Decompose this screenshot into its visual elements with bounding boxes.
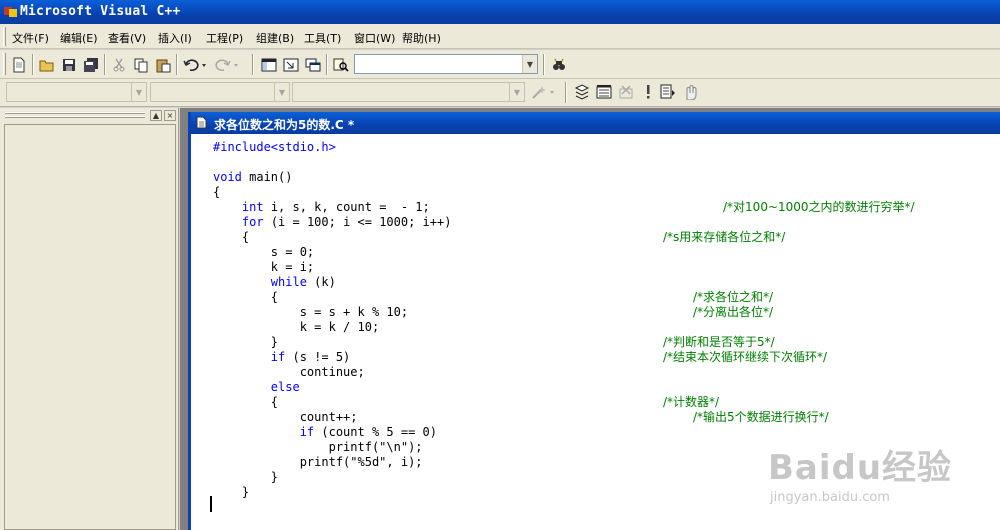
menu-grip xyxy=(3,27,6,46)
toolbar-separator xyxy=(543,54,545,75)
menu-view[interactable]: 查看(V) xyxy=(108,30,146,46)
toolbar-separator xyxy=(32,54,34,75)
close-icon[interactable]: × xyxy=(164,110,176,121)
chevron-down-icon[interactable]: ▼ xyxy=(131,83,146,101)
workspace-panel[interactable] xyxy=(4,124,176,530)
menu-edit[interactable]: 编辑(E) xyxy=(60,30,98,46)
watermark-url: jingyan.baidu.com xyxy=(770,490,890,505)
toolbar-separator xyxy=(326,54,328,75)
code-line: } xyxy=(213,470,279,484)
chevron-down-icon[interactable]: ▼ xyxy=(274,83,289,101)
document-icon xyxy=(196,116,207,129)
code-line: int i, s, k, count = - 1; xyxy=(241,200,430,214)
code-line: if (count % 5 == 0) xyxy=(299,425,437,439)
open-icon[interactable] xyxy=(38,56,56,74)
app-title: Microsoft Visual C++ xyxy=(20,4,181,19)
code-line: { xyxy=(213,290,279,304)
chevron-down-icon[interactable]: ▼ xyxy=(522,55,537,73)
code-line: count++; xyxy=(213,410,358,424)
chevron-down-icon[interactable]: ▼ xyxy=(509,83,524,101)
copy-icon[interactable] xyxy=(132,56,150,74)
compile-icon[interactable] xyxy=(573,83,591,101)
paste-icon[interactable] xyxy=(154,56,172,74)
member-combo[interactable]: ▼ xyxy=(292,82,525,102)
wizard-toolbar: ▼ ▼ ▼ xyxy=(0,79,1000,107)
watermark-brand: Baidu经验 xyxy=(768,448,953,488)
class-combo[interactable]: ▼ xyxy=(6,82,147,102)
wizard-icon[interactable] xyxy=(530,83,558,101)
new-file-icon[interactable] xyxy=(10,56,28,74)
menu-build[interactable]: 组建(B) xyxy=(256,30,294,46)
code-line: while (k) xyxy=(270,275,336,289)
workspace-grip xyxy=(5,112,145,114)
build-icon[interactable] xyxy=(595,83,613,101)
menu-bar: 文件(F) 编辑(E) 查看(V) 插入(I) 工程(P) 组建(B) 工具(T… xyxy=(0,24,1000,49)
code-line: printf("\n"); xyxy=(213,440,423,454)
editor-gutter xyxy=(191,134,205,530)
toolbar-grip xyxy=(3,53,6,75)
cut-icon[interactable] xyxy=(110,56,128,74)
code-line: } xyxy=(213,485,250,499)
standard-toolbar: ▼ xyxy=(0,50,1000,79)
code-line: } xyxy=(213,335,279,349)
breakpoint-icon[interactable] xyxy=(681,83,699,101)
execute-icon[interactable] xyxy=(639,83,657,101)
code-line: s = s + k % 10; xyxy=(213,305,409,319)
find-icon[interactable] xyxy=(550,56,568,74)
toolbar-separator xyxy=(104,54,106,75)
code-line: void main() xyxy=(213,170,293,184)
code-line: #include<stdio.h> xyxy=(213,140,336,154)
menu-file[interactable]: 文件(F) xyxy=(12,30,49,46)
workspace-icon[interactable] xyxy=(260,56,278,74)
toolbar-separator xyxy=(252,54,254,75)
code-line: k = i; xyxy=(213,260,315,274)
menu-tools[interactable]: 工具(T) xyxy=(304,30,341,46)
code-line: for (i = 100; i <= 1000; i++) xyxy=(241,215,452,229)
code-line: { xyxy=(213,185,221,199)
undo-icon[interactable] xyxy=(182,56,208,74)
code-comment: /*判断和是否等于5*/ xyxy=(663,335,775,349)
save-all-icon[interactable] xyxy=(82,56,100,74)
code-line: continue; xyxy=(213,365,365,379)
code-comment: /*求各位之和*/ xyxy=(693,290,774,304)
redo-icon[interactable] xyxy=(214,56,240,74)
code-comment: /*s用来存储各位之和*/ xyxy=(663,230,786,244)
code-line: s = 0; xyxy=(213,245,315,259)
stop-build-icon[interactable] xyxy=(617,83,635,101)
watermark: Baidu经验 jingyan.baidu.com xyxy=(760,440,990,520)
code-line: printf("%5d", i); xyxy=(213,455,423,469)
code-comment: /*计数器*/ xyxy=(663,395,720,409)
code-comment: /*输出5个数据进行换行*/ xyxy=(693,410,829,424)
window-list-icon[interactable] xyxy=(304,56,322,74)
code-line: k = k / 10; xyxy=(213,320,380,334)
text-caret xyxy=(210,496,212,512)
filter-combo[interactable]: ▼ xyxy=(150,82,290,102)
find-combo[interactable]: ▼ xyxy=(354,54,538,74)
workspace-pane: ▲ × xyxy=(0,108,179,530)
workspace-grip xyxy=(5,116,145,118)
code-comment: /*对100~1000之内的数进行穷举*/ xyxy=(723,200,915,214)
toolbar-separator xyxy=(176,54,178,75)
vc-app-icon xyxy=(4,7,17,17)
code-line: else xyxy=(270,380,300,394)
menu-window[interactable]: 窗口(W) xyxy=(354,30,395,46)
editor-title-bar[interactable]: 求各位数之和为5的数.C * xyxy=(191,112,1000,134)
save-icon[interactable] xyxy=(60,56,78,74)
app-title-bar: Microsoft Visual C++ xyxy=(0,0,1000,24)
menu-project[interactable]: 工程(P) xyxy=(206,30,243,46)
code-comment: /*分离出各位*/ xyxy=(693,305,774,319)
code-line: { xyxy=(213,395,279,409)
code-comment: /*结束本次循环继续下次循环*/ xyxy=(663,350,828,364)
maximize-icon[interactable]: ▲ xyxy=(150,110,162,121)
output-icon[interactable] xyxy=(282,56,300,74)
menu-help[interactable]: 帮助(H) xyxy=(402,30,441,46)
menu-insert[interactable]: 插入(I) xyxy=(158,30,192,46)
toolbar-separator xyxy=(565,82,567,103)
code-line: if (s != 5) xyxy=(270,350,351,364)
go-icon[interactable] xyxy=(659,83,677,101)
code-line: { xyxy=(213,230,250,244)
find-in-files-icon[interactable] xyxy=(332,56,350,74)
document-title: 求各位数之和为5的数.C * xyxy=(214,118,355,132)
